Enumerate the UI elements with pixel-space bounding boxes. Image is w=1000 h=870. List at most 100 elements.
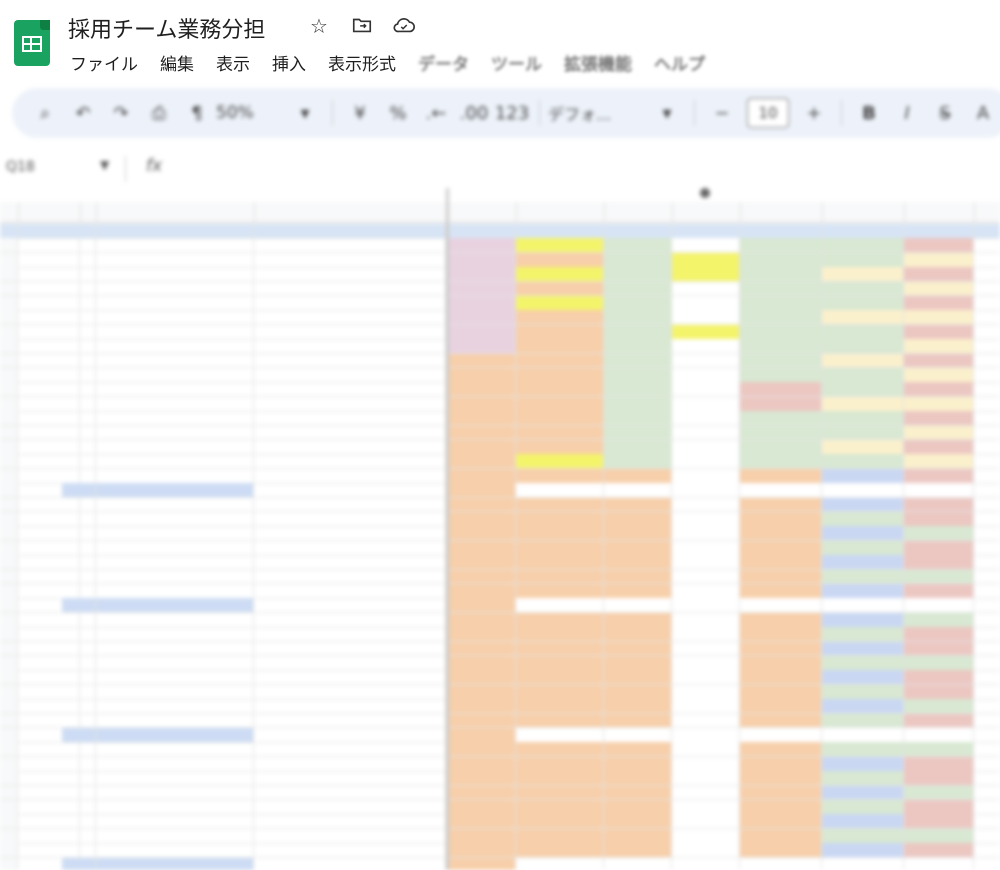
grid-cell[interactable]: [904, 728, 974, 742]
grid-cell[interactable]: [822, 598, 904, 613]
grid-cell[interactable]: [446, 296, 516, 310]
grid-cell[interactable]: [254, 468, 446, 483]
grid-cell[interactable]: [516, 555, 604, 570]
grid-cell[interactable]: [254, 339, 446, 354]
grid-cell[interactable]: [0, 756, 18, 771]
grid-cell[interactable]: [96, 569, 254, 584]
grid-cell[interactable]: [822, 238, 904, 253]
grid-cell[interactable]: [604, 814, 672, 829]
name-box[interactable]: Q18: [6, 159, 35, 175]
grid-cell[interactable]: [0, 224, 18, 238]
grid-cell[interactable]: [740, 411, 822, 426]
grid-cell[interactable]: [254, 728, 446, 742]
grid-cell[interactable]: [62, 526, 96, 541]
grid-cell[interactable]: [96, 310, 254, 325]
menu-insert[interactable]: 挿入: [272, 50, 306, 75]
grid-cell[interactable]: [974, 339, 1000, 353]
grid-cell[interactable]: [446, 425, 516, 440]
grid-cell[interactable]: [254, 281, 446, 296]
grid-cell[interactable]: [96, 699, 254, 714]
grid-cell[interactable]: [62, 483, 96, 498]
grid-cell[interactable]: [904, 310, 974, 325]
grid-cell[interactable]: [904, 555, 974, 570]
grid-cell[interactable]: [446, 396, 516, 411]
grid-cell[interactable]: [254, 584, 446, 598]
grid-cell[interactable]: [904, 800, 974, 814]
grid-cell[interactable]: [672, 310, 740, 325]
grid-cell[interactable]: [740, 612, 822, 627]
grid-cell[interactable]: [446, 800, 516, 814]
grid-cell[interactable]: [446, 310, 516, 325]
grid-cell[interactable]: [604, 281, 672, 296]
grid-cell[interactable]: [672, 224, 740, 238]
move-to-folder-icon[interactable]: [350, 14, 374, 38]
grid-cell[interactable]: [96, 684, 254, 699]
grid-cell[interactable]: [0, 411, 18, 426]
grid-cell[interactable]: [96, 497, 254, 512]
grid-cell[interactable]: [254, 814, 446, 829]
grid-cell[interactable]: [904, 713, 974, 728]
grid-cell[interactable]: [0, 512, 18, 526]
grid-cell[interactable]: [604, 828, 672, 843]
grid-cell[interactable]: [904, 699, 974, 714]
grid-cell[interactable]: [740, 699, 822, 714]
grid-cell[interactable]: [0, 497, 18, 512]
grid-cell[interactable]: [672, 252, 740, 267]
grid-cell[interactable]: [254, 627, 446, 642]
grid-cell[interactable]: [516, 440, 604, 454]
grid-cell[interactable]: [62, 353, 96, 368]
grid-cell[interactable]: [516, 512, 604, 526]
grid-cell[interactable]: [740, 857, 822, 870]
grid-cell[interactable]: [62, 742, 96, 757]
grid-cell[interactable]: [740, 627, 822, 642]
grid-cell[interactable]: [904, 843, 974, 858]
grid-cell[interactable]: [822, 785, 904, 800]
grid-cell[interactable]: [974, 325, 1000, 339]
grid-cell[interactable]: [974, 224, 1000, 238]
grid-cell[interactable]: [62, 814, 96, 829]
grid-cell[interactable]: [254, 670, 446, 685]
grid-cell[interactable]: [0, 267, 18, 282]
grid-cell[interactable]: [904, 641, 974, 656]
grid-cell[interactable]: [604, 728, 672, 742]
grid-cell[interactable]: [96, 468, 254, 483]
grid-cell[interactable]: [604, 353, 672, 368]
grid-cell[interactable]: [254, 641, 446, 656]
grid-cell[interactable]: [974, 786, 1000, 800]
grid-cell[interactable]: [740, 785, 822, 800]
menu-file[interactable]: ファイル: [70, 50, 138, 75]
grid-cell[interactable]: [822, 526, 904, 541]
grid-cell[interactable]: [740, 540, 822, 555]
grid-cell[interactable]: [446, 454, 516, 469]
grid-cell[interactable]: [672, 728, 740, 742]
grid-cell[interactable]: [974, 829, 1000, 843]
grid-cell[interactable]: [672, 238, 740, 253]
grid-cell[interactable]: [0, 713, 18, 728]
grid-cell[interactable]: [516, 713, 604, 728]
grid-cell[interactable]: [604, 713, 672, 728]
grid-cell[interactable]: [904, 425, 974, 440]
grid-cell[interactable]: [254, 569, 446, 584]
grid-cell[interactable]: [516, 843, 604, 858]
grid-cell[interactable]: [254, 512, 446, 526]
grid-cell[interactable]: [0, 483, 18, 498]
grid-cell[interactable]: [604, 756, 672, 771]
grid-cell[interactable]: [974, 742, 1000, 756]
grid-cell[interactable]: [822, 411, 904, 426]
grid-cell[interactable]: [62, 713, 96, 728]
grid-cell[interactable]: [904, 411, 974, 426]
menu-tools[interactable]: ツール: [491, 50, 542, 75]
grid-cell[interactable]: [0, 612, 18, 627]
grid-cell[interactable]: [974, 483, 1000, 497]
grid-cell[interactable]: [904, 382, 974, 397]
grid-cell[interactable]: [96, 627, 254, 642]
grid-cell[interactable]: [672, 382, 740, 397]
column-header[interactable]: [604, 202, 673, 222]
grid-cell[interactable]: [254, 440, 446, 454]
grid-cell[interactable]: [672, 411, 740, 426]
grid-cell[interactable]: [974, 368, 1000, 382]
grid-cell[interactable]: [62, 468, 96, 483]
grid-cell[interactable]: [740, 742, 822, 757]
grid-cell[interactable]: [96, 540, 254, 555]
grid-cell[interactable]: [904, 238, 974, 253]
